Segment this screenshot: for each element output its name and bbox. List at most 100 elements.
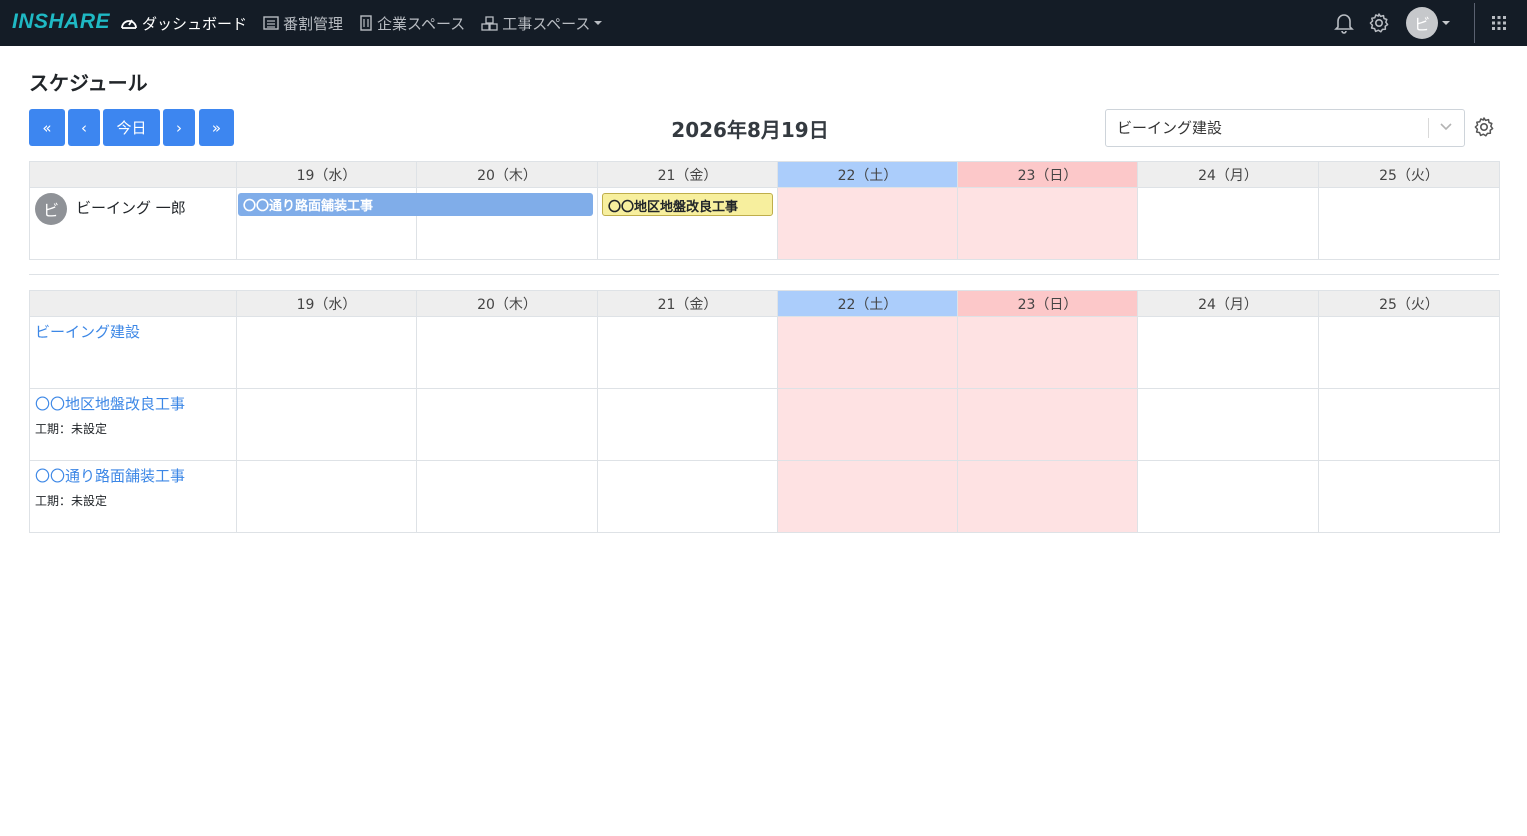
company-select-value: ビーイング建設 (1117, 119, 1223, 137)
chevron-down-icon (1442, 21, 1450, 25)
day-cell[interactable] (1318, 460, 1500, 533)
day-cell[interactable] (957, 187, 1138, 260)
project-cell: 〇〇通り路面舗装工事 工期：未設定 (29, 460, 237, 533)
notifications-button[interactable] (1334, 12, 1354, 34)
user-menu-button[interactable]: ビ (1406, 7, 1450, 39)
day-cell[interactable] (957, 388, 1138, 461)
table-row: ビーイング建設 (29, 316, 1500, 389)
day-cell[interactable] (597, 388, 778, 461)
day-cell[interactable] (597, 460, 778, 533)
chevron-down-icon (1440, 123, 1452, 131)
project-link[interactable]: 〇〇地区地盤改良工事 (35, 393, 231, 414)
nav-company-space-label: 企業スペース (377, 14, 466, 33)
schedule-settings-button[interactable] (1473, 116, 1495, 142)
day-cell[interactable] (236, 316, 417, 389)
nav-right: ビ (1334, 0, 1527, 46)
table-row: 〇〇通り路面舗装工事 工期：未設定 (29, 460, 1500, 533)
boxes-icon (481, 15, 498, 31)
day-header-sunday: 23（日） (957, 161, 1138, 188)
day-header-saturday: 22（土） (777, 290, 958, 317)
gear-icon (1474, 117, 1494, 137)
day-cell[interactable] (777, 388, 958, 461)
settings-button[interactable] (1368, 12, 1390, 34)
day-header-saturday: 22（土） (777, 161, 958, 188)
nav-construction-space[interactable]: 工事スペース (481, 13, 603, 34)
company-select[interactable]: ビーイング建設 (1105, 109, 1465, 147)
day-cell[interactable] (777, 460, 958, 533)
top-navbar: INSHARE ダッシュボード 番割管理 企業スペース 工事スペース ビ (0, 0, 1527, 46)
current-date: 2026年8月19日 (671, 118, 829, 142)
table-row: 〇〇地区地盤改良工事 工期：未設定 (29, 388, 1500, 461)
user-schedule-table: 19（水） 20（木） 21（金） 22（土） 23（日） 24（月） 25（火… (29, 161, 1500, 260)
day-header: 24（月） (1137, 161, 1319, 188)
app-logo[interactable]: INSHARE (12, 10, 110, 34)
day-cell[interactable] (777, 187, 958, 260)
nav-shift-management-label: 番割管理 (283, 14, 344, 33)
day-cell[interactable] (236, 388, 417, 461)
user-name: ビーイング 一郎 (76, 198, 186, 217)
day-cell[interactable] (1318, 316, 1500, 389)
day-cell[interactable] (236, 460, 417, 533)
header-corner (29, 290, 237, 317)
day-header: 25（火） (1318, 161, 1500, 188)
grid-icon (1492, 16, 1506, 30)
day-header: 25（火） (1318, 290, 1500, 317)
project-schedule-table: 19（水） 20（木） 21（金） 22（土） 23（日） 24（月） 25（火… (29, 290, 1500, 533)
project-link[interactable]: ビーイング建設 (35, 321, 231, 342)
day-cell[interactable] (416, 388, 598, 461)
header-corner (29, 161, 237, 188)
day-cell[interactable] (1137, 187, 1319, 260)
avatar: ビ (1406, 7, 1438, 39)
page-title: スケジュール (29, 71, 148, 95)
day-cell[interactable]: 〇〇地区地盤改良工事 (597, 187, 778, 260)
day-header: 21（金） (597, 290, 778, 317)
day-cell[interactable]: 〇〇通り路面舗装工事 (236, 187, 593, 260)
event-ground-improvement[interactable]: 〇〇地区地盤改良工事 (602, 193, 773, 216)
project-period: 工期：未設定 (35, 494, 108, 508)
project-link[interactable]: 〇〇通り路面舗装工事 (35, 465, 231, 486)
nav-construction-space-label: 工事スペース (502, 14, 591, 33)
avatar: ビ (35, 193, 67, 225)
day-header: 19（水） (236, 161, 417, 188)
nav-company-space[interactable]: 企業スペース (359, 13, 465, 34)
day-header: 20（木） (416, 290, 598, 317)
today-button[interactable]: 今日 (103, 109, 160, 146)
user-cell: ビ ビーイング 一郎 (29, 187, 237, 260)
day-header: 24（月） (1137, 290, 1319, 317)
day-cell[interactable] (1318, 187, 1500, 260)
nav-divider (1474, 3, 1475, 43)
day-cell[interactable] (1137, 316, 1319, 389)
day-cell[interactable] (416, 316, 598, 389)
table-row: ビ ビーイング 一郎 〇〇通り路面舗装工事 〇〇地区地盤改良工事 (29, 187, 1500, 260)
event-road-paving[interactable]: 〇〇通り路面舗装工事 (238, 193, 593, 216)
apps-grid-button[interactable] (1491, 15, 1507, 31)
dashboard-gauge-icon (121, 19, 137, 29)
chevron-down-icon (594, 21, 603, 25)
day-cell[interactable] (1137, 388, 1319, 461)
prev-button[interactable]: ‹ (68, 109, 100, 146)
day-header-sunday: 23（日） (957, 290, 1138, 317)
day-cell[interactable] (1137, 460, 1319, 533)
project-cell: 〇〇地区地盤改良工事 工期：未設定 (29, 388, 237, 461)
day-header: 20（木） (416, 161, 598, 188)
first-button[interactable]: « (29, 109, 65, 146)
day-cell[interactable] (957, 316, 1138, 389)
nav-dashboard-label: ダッシュボード (142, 14, 248, 33)
gear-icon (1369, 13, 1389, 33)
day-cell[interactable] (1318, 388, 1500, 461)
day-cell[interactable] (416, 460, 598, 533)
building-icon (360, 15, 372, 31)
nav-links: ダッシュボード 番割管理 企業スペース 工事スペース (120, 0, 618, 46)
day-cell[interactable] (777, 316, 958, 389)
list-icon (263, 16, 279, 30)
next-button[interactable]: › (163, 109, 195, 146)
last-button[interactable]: » (199, 109, 234, 146)
table-header-row: 19（水） 20（木） 21（金） 22（土） 23（日） 24（月） 25（火… (29, 290, 1500, 317)
day-cell[interactable] (957, 460, 1138, 533)
bell-icon (1334, 14, 1354, 34)
day-header: 21（金） (597, 161, 778, 188)
nav-shift-management[interactable]: 番割管理 (263, 13, 343, 34)
project-cell: ビーイング建設 (29, 316, 237, 389)
nav-dashboard[interactable]: ダッシュボード (120, 13, 247, 34)
day-cell[interactable] (597, 316, 778, 389)
